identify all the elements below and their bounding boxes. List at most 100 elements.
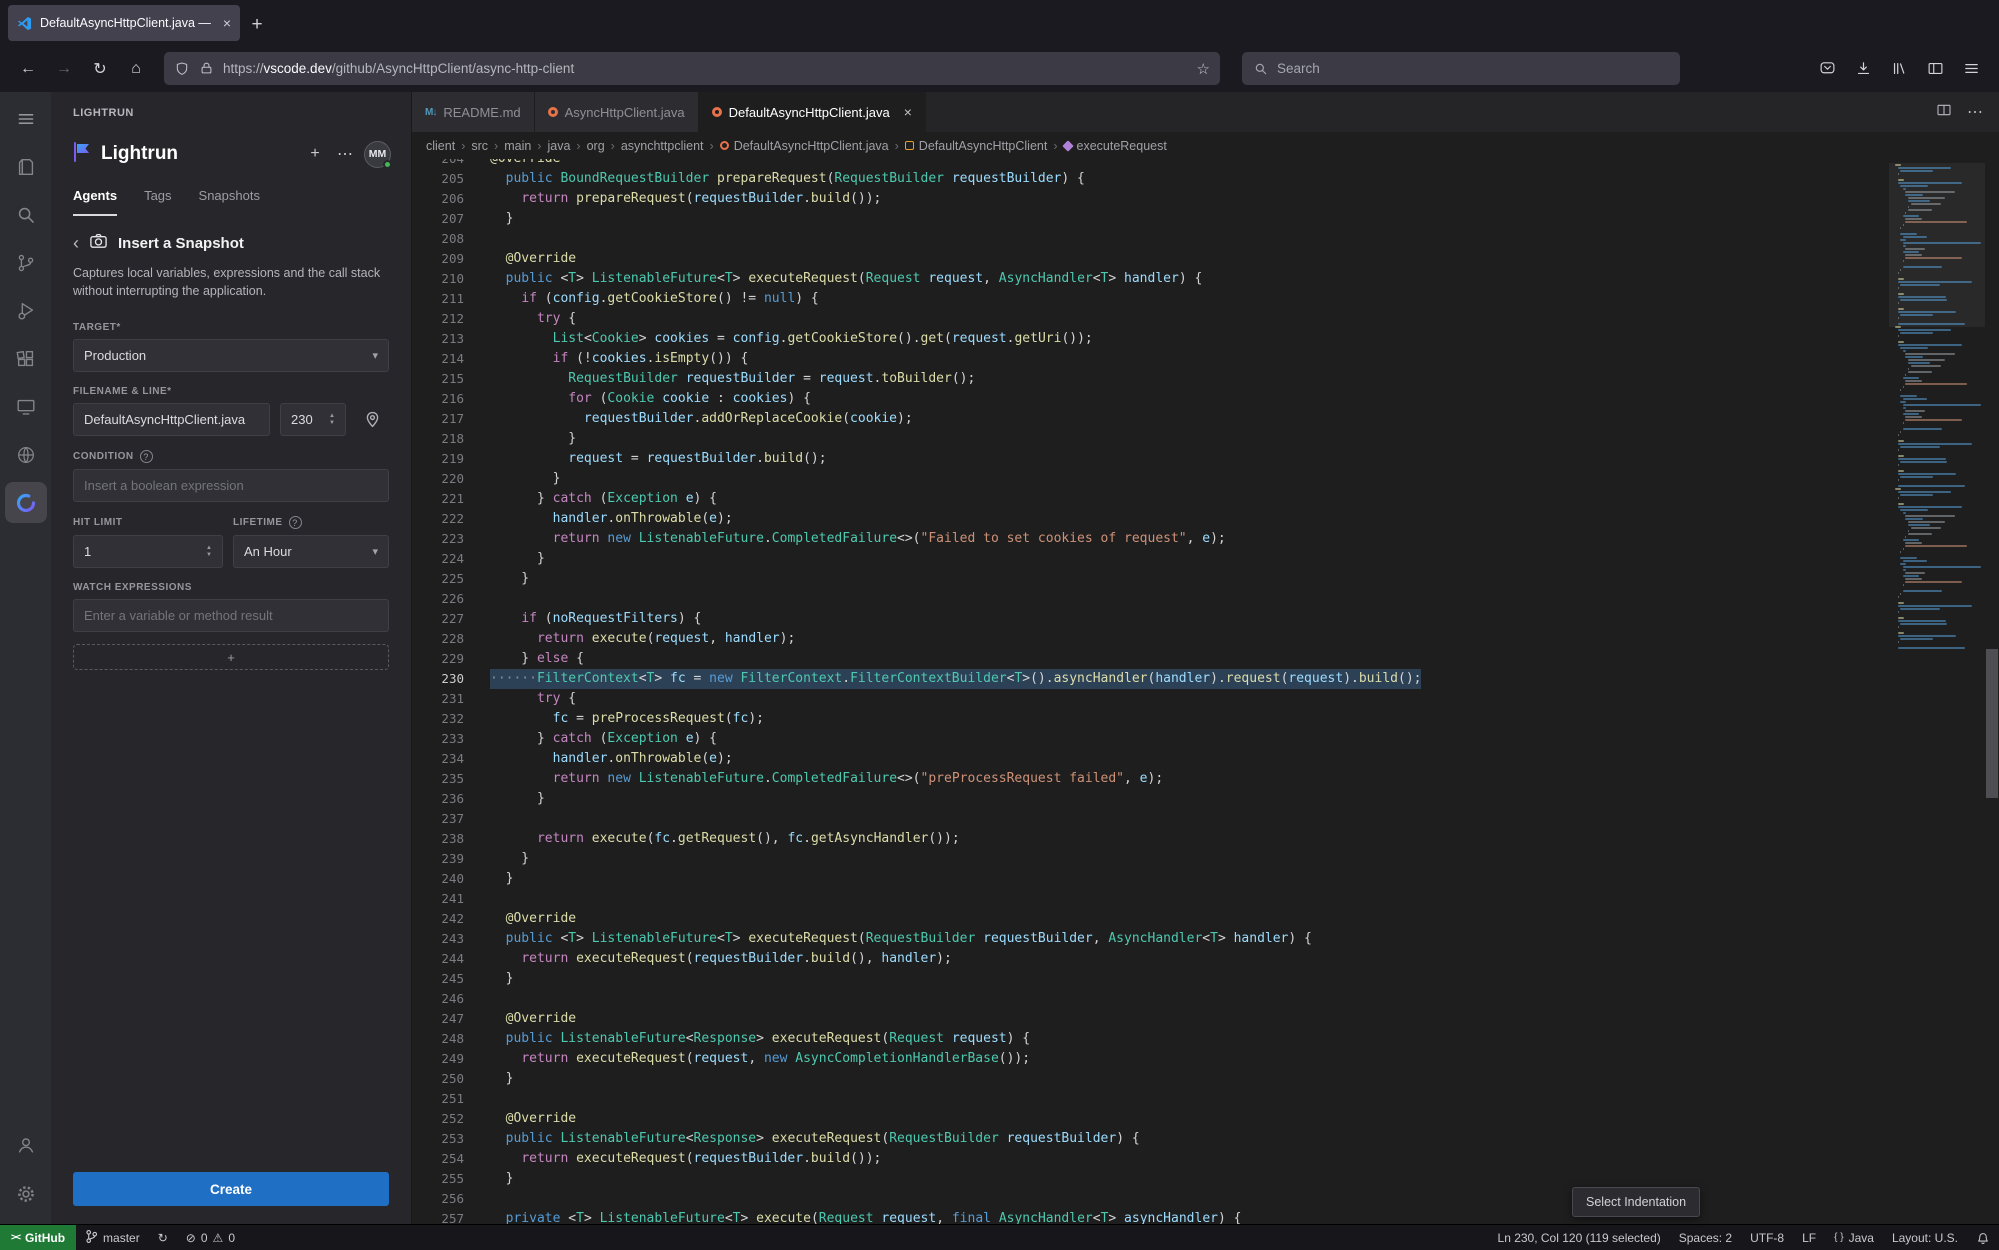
menu-icon[interactable] — [1955, 53, 1987, 85]
line-number[interactable]: 247 — [412, 1009, 464, 1029]
line-number[interactable]: 219 — [412, 449, 464, 469]
line-number[interactable]: 210 — [412, 269, 464, 289]
line-number[interactable]: 231 — [412, 689, 464, 709]
browser-tab[interactable]: DefaultAsyncHttpClient.java — × — [8, 5, 240, 41]
browser-search-field[interactable]: Search — [1242, 52, 1680, 85]
line-number[interactable]: 205 — [412, 169, 464, 189]
line-number[interactable]: 256 — [412, 1189, 464, 1209]
encoding-indicator[interactable]: UTF-8 — [1741, 1225, 1793, 1250]
remote-explorer-icon[interactable] — [5, 386, 47, 427]
code-line[interactable]: 212 try { — [412, 309, 1889, 329]
code-line[interactable]: 225 } — [412, 569, 1889, 589]
code-line[interactable]: 248 public ListenableFuture<Response> ex… — [412, 1029, 1889, 1049]
line-number[interactable]: 234 — [412, 749, 464, 769]
line-number[interactable]: 204 — [412, 159, 464, 169]
line-number[interactable]: 232 — [412, 709, 464, 729]
code-line[interactable]: 252 @Override — [412, 1109, 1889, 1129]
code-line[interactable]: 223 return new ListenableFuture.Complete… — [412, 529, 1889, 549]
code-line[interactable]: 255 } — [412, 1169, 1889, 1189]
line-number[interactable]: 213 — [412, 329, 464, 349]
back-chevron-icon[interactable]: ‹ — [73, 233, 79, 254]
editor-tab[interactable]: M↓README.md — [412, 92, 535, 132]
spinner-up-icon[interactable]: ▲ — [329, 413, 335, 419]
line-number[interactable]: 257 — [412, 1209, 464, 1224]
line-number[interactable]: 251 — [412, 1089, 464, 1109]
line-number[interactable]: 229 — [412, 649, 464, 669]
remote-indicator[interactable]: >< GitHub — [0, 1225, 76, 1250]
stepper-arrows[interactable]: ▲▼ — [329, 413, 335, 426]
code-line[interactable]: 207 } — [412, 209, 1889, 229]
code-line[interactable]: 210 public <T> ListenableFuture<T> execu… — [412, 269, 1889, 289]
cursor-position[interactable]: Ln 230, Col 120 (119 selected) — [1489, 1225, 1670, 1250]
code-line[interactable]: 243 public <T> ListenableFuture<T> execu… — [412, 929, 1889, 949]
code-line[interactable]: 239 } — [412, 849, 1889, 869]
run-debug-icon[interactable] — [5, 290, 47, 331]
code-line[interactable]: 216 for (Cookie cookie : cookies) { — [412, 389, 1889, 409]
code-line[interactable]: 205 public BoundRequestBuilder prepareRe… — [412, 169, 1889, 189]
pocket-icon[interactable] — [1811, 53, 1843, 85]
line-number[interactable]: 237 — [412, 809, 464, 829]
code-line[interactable]: 233 } catch (Exception e) { — [412, 729, 1889, 749]
shield-icon[interactable] — [174, 61, 190, 77]
code-line[interactable]: 254 return executeRequest(requestBuilder… — [412, 1149, 1889, 1169]
spinner-up-icon[interactable]: ▲ — [206, 545, 212, 551]
target-select[interactable]: Production ▾ — [73, 339, 389, 372]
code-line[interactable]: 244 return executeRequest(requestBuilder… — [412, 949, 1889, 969]
breadcrumb-item[interactable]: org — [587, 139, 605, 153]
breadcrumb-item[interactable]: DefaultAsyncHttpClient — [905, 139, 1048, 153]
line-number[interactable]: 242 — [412, 909, 464, 929]
code-line[interactable]: 226 — [412, 589, 1889, 609]
code-line[interactable]: 229 } else { — [412, 649, 1889, 669]
sync-button[interactable]: ↻ — [149, 1225, 177, 1250]
code-line[interactable]: 247 @Override — [412, 1009, 1889, 1029]
search-icon[interactable] — [5, 194, 47, 235]
code-line[interactable]: 251 — [412, 1089, 1889, 1109]
line-number[interactable]: 252 — [412, 1109, 464, 1129]
line-number[interactable]: 254 — [412, 1149, 464, 1169]
line-number[interactable]: 208 — [412, 229, 464, 249]
stepper-arrows[interactable]: ▲▼ — [206, 545, 212, 558]
help-icon[interactable]: ? — [140, 450, 153, 463]
bookmark-star-icon[interactable]: ☆ — [1197, 60, 1210, 78]
tab-agents[interactable]: Agents — [73, 188, 117, 216]
line-number[interactable]: 255 — [412, 1169, 464, 1189]
line-number[interactable]: 217 — [412, 409, 464, 429]
code-line[interactable]: 246 — [412, 989, 1889, 1009]
forward-button[interactable]: → — [48, 53, 80, 85]
line-number[interactable]: 221 — [412, 489, 464, 509]
code-line[interactable]: 219 request = requestBuilder.build(); — [412, 449, 1889, 469]
line-number[interactable]: 225 — [412, 569, 464, 589]
line-number[interactable]: 222 — [412, 509, 464, 529]
code-line[interactable]: 206 return prepareRequest(requestBuilder… — [412, 189, 1889, 209]
code-line[interactable]: 221 } catch (Exception e) { — [412, 489, 1889, 509]
line-number[interactable]: 233 — [412, 729, 464, 749]
indentation-indicator[interactable]: Spaces: 2 — [1670, 1225, 1741, 1250]
breadcrumb-item[interactable]: client — [426, 139, 455, 153]
minimap[interactable] — [1889, 159, 1985, 1224]
line-number[interactable]: 227 — [412, 609, 464, 629]
code-line[interactable]: 211 if (config.getCookieStore() != null)… — [412, 289, 1889, 309]
code-line[interactable]: 230······FilterContext<T> fc = new Filte… — [412, 669, 1889, 689]
extensions-icon[interactable] — [5, 338, 47, 379]
branch-indicator[interactable]: master — [76, 1225, 149, 1250]
code-line[interactable]: 245 } — [412, 969, 1889, 989]
code-line[interactable]: 241 — [412, 889, 1889, 909]
line-number-stepper[interactable]: 230 ▲▼ — [280, 403, 346, 436]
globe-icon[interactable] — [5, 434, 47, 475]
help-icon[interactable]: ? — [289, 516, 302, 529]
add-watch-expression-button[interactable]: + — [73, 644, 389, 670]
code-line[interactable]: 204@Override — [412, 159, 1889, 169]
code-line[interactable]: 213 List<Cookie> cookies = config.getCoo… — [412, 329, 1889, 349]
line-number[interactable]: 214 — [412, 349, 464, 369]
line-number[interactable]: 249 — [412, 1049, 464, 1069]
line-number[interactable]: 230 — [412, 669, 464, 689]
code-line[interactable]: 250 } — [412, 1069, 1889, 1089]
code-line[interactable]: 227 if (noRequestFilters) { — [412, 609, 1889, 629]
menu-icon[interactable] — [5, 98, 47, 139]
breadcrumb-item[interactable]: DefaultAsyncHttpClient.java — [720, 139, 889, 153]
code-line[interactable]: 238 return execute(fc.getRequest(), fc.g… — [412, 829, 1889, 849]
code-line[interactable]: 235 return new ListenableFuture.Complete… — [412, 769, 1889, 789]
code-line[interactable]: 208 — [412, 229, 1889, 249]
breadcrumb-item[interactable]: src — [471, 139, 488, 153]
breadcrumb-item[interactable]: asynchttpclient — [621, 139, 704, 153]
